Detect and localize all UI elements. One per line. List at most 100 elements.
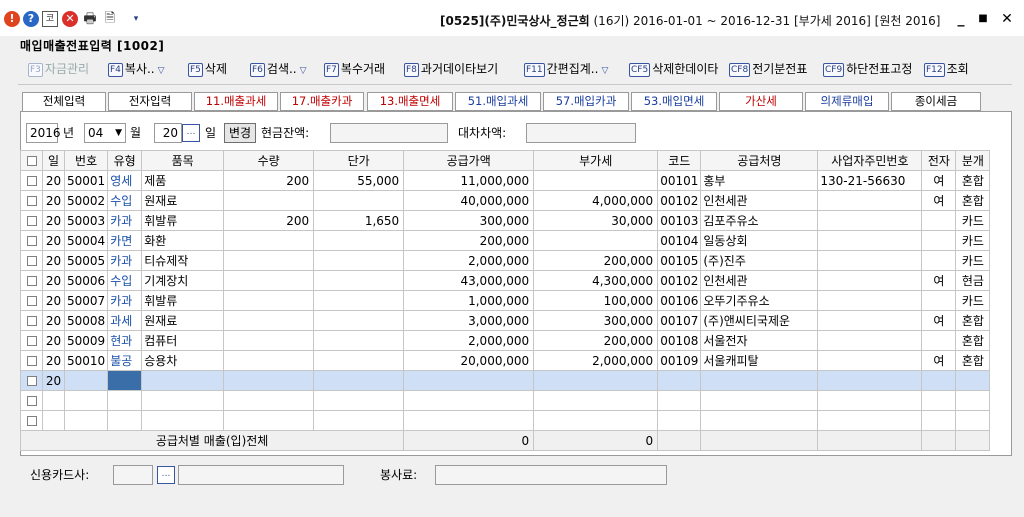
- vat-cell[interactable]: 4,300,000: [533, 270, 659, 291]
- vat-cell[interactable]: 4,000,000: [533, 190, 659, 211]
- row-checkbox-cell[interactable]: [20, 230, 43, 251]
- type-cell[interactable]: 영세: [107, 170, 143, 191]
- vat-cell[interactable]: 200,000: [533, 250, 659, 271]
- new-row-cell[interactable]: [700, 370, 819, 391]
- column-header-electronic[interactable]: 전자: [921, 150, 957, 171]
- new-row-cell[interactable]: [403, 370, 535, 391]
- row-checkbox-cell[interactable]: [20, 370, 43, 391]
- row-checkbox[interactable]: [26, 336, 37, 346]
- empty-cell[interactable]: [700, 410, 819, 431]
- day-picker-icon[interactable]: …: [182, 124, 200, 142]
- column-header-quantity[interactable]: 수량: [223, 150, 315, 171]
- row-checkbox[interactable]: [26, 416, 37, 426]
- empty-cell[interactable]: [533, 390, 659, 411]
- code-cell[interactable]: 00108: [657, 330, 702, 351]
- new-row-cell[interactable]: [657, 370, 702, 391]
- close-button[interactable]: ✕: [998, 10, 1016, 28]
- business-number-cell[interactable]: [817, 310, 923, 331]
- vendor-cell[interactable]: 오뚜기주유소: [700, 290, 819, 311]
- help-icon[interactable]: ?: [23, 11, 39, 27]
- unit-price-cell[interactable]: [313, 250, 405, 271]
- item-cell[interactable]: 티슈제작: [141, 250, 225, 271]
- journal-cell[interactable]: 현금: [955, 270, 991, 291]
- toolbar-menu-chevron-icon[interactable]: ▾: [128, 11, 144, 27]
- tab-6[interactable]: 51.매입과세: [455, 92, 541, 111]
- electronic-cell[interactable]: [921, 250, 957, 271]
- row-checkbox-cell[interactable]: [20, 310, 43, 331]
- supply-amount-cell[interactable]: 40,000,000: [403, 190, 535, 211]
- row-checkbox-cell[interactable]: [20, 330, 43, 351]
- empty-cell[interactable]: [533, 410, 659, 431]
- supply-amount-cell[interactable]: 1,000,000: [403, 290, 535, 311]
- day-cell[interactable]: 20: [42, 250, 65, 271]
- vendor-cell[interactable]: 인천세관: [700, 270, 819, 291]
- day-cell[interactable]: 20: [42, 190, 65, 211]
- row-checkbox-cell[interactable]: [20, 170, 43, 191]
- column-header-vendor-name[interactable]: 공급처명: [700, 150, 819, 171]
- vat-cell[interactable]: 100,000: [533, 290, 659, 311]
- day-cell[interactable]: 20: [42, 350, 65, 371]
- day-cell[interactable]: 20: [42, 170, 65, 191]
- empty-cell[interactable]: [921, 410, 957, 431]
- column-header-day[interactable]: 일: [42, 150, 65, 171]
- new-entry-row[interactable]: 20: [20, 370, 991, 391]
- toolbar-f8-button[interactable]: F8 과거데이타보기: [404, 60, 498, 78]
- service-fee-input[interactable]: [435, 465, 667, 485]
- unit-price-cell[interactable]: 1,650: [313, 210, 405, 231]
- empty-cell[interactable]: [141, 390, 225, 411]
- column-header-unit-price[interactable]: 단가: [313, 150, 405, 171]
- alert-icon[interactable]: !: [4, 11, 20, 27]
- credit-card-code-input[interactable]: [113, 465, 153, 485]
- business-number-cell[interactable]: [817, 270, 923, 291]
- empty-cell[interactable]: [42, 390, 65, 411]
- empty-cell[interactable]: [42, 410, 65, 431]
- toolbar-f4-button[interactable]: F4 복사.. ▽: [108, 60, 165, 78]
- quantity-cell[interactable]: [223, 230, 315, 251]
- item-cell[interactable]: 휘발류: [141, 210, 225, 231]
- row-checkbox[interactable]: [26, 216, 37, 226]
- item-cell[interactable]: 컴퓨터: [141, 330, 225, 351]
- row-checkbox-cell[interactable]: [20, 190, 43, 211]
- row-checkbox[interactable]: [26, 316, 37, 326]
- new-row-cell[interactable]: [533, 370, 659, 391]
- vendor-cell[interactable]: 인천세관: [700, 190, 819, 211]
- unit-price-cell[interactable]: [313, 350, 405, 371]
- close-screen-icon[interactable]: ✕: [62, 11, 78, 27]
- business-number-cell[interactable]: [817, 350, 923, 371]
- journal-cell[interactable]: 혼합: [955, 190, 991, 211]
- unit-price-cell[interactable]: [313, 310, 405, 331]
- row-checkbox-cell[interactable]: [20, 390, 43, 411]
- code-cell[interactable]: 00102: [657, 190, 702, 211]
- number-cell[interactable]: 50002: [63, 190, 109, 211]
- empty-cell[interactable]: [657, 410, 702, 431]
- tab-4[interactable]: 17.매출카과: [280, 92, 364, 111]
- business-number-cell[interactable]: [817, 230, 923, 251]
- type-cell[interactable]: 수입: [107, 190, 143, 211]
- business-number-cell[interactable]: [817, 290, 923, 311]
- toolbar-cf5-button[interactable]: CF5 삭제한데이타: [629, 60, 718, 78]
- column-header-journal[interactable]: 분개: [955, 150, 991, 171]
- supply-amount-cell[interactable]: 3,000,000: [403, 310, 535, 331]
- type-cell[interactable]: 카면: [107, 230, 143, 251]
- supply-amount-cell[interactable]: 200,000: [403, 230, 535, 251]
- table-row[interactable]: 20 50004 카면 화환 200,000 00104 일동상회 카드: [20, 230, 991, 251]
- select-all-checkbox[interactable]: [26, 156, 37, 166]
- day-cell[interactable]: 20: [42, 290, 65, 311]
- unit-price-cell[interactable]: [313, 230, 405, 251]
- year-input[interactable]: 2016: [26, 123, 61, 143]
- new-row-cell[interactable]: [223, 370, 315, 391]
- vendor-cell[interactable]: (주)진주: [700, 250, 819, 271]
- electronic-cell[interactable]: [921, 330, 957, 351]
- vat-cell[interactable]: 2,000,000: [533, 350, 659, 371]
- table-row[interactable]: 20 50010 불공 승용차 20,000,000 2,000,000 00109 서울캐피…: [20, 350, 991, 371]
- electronic-cell[interactable]: [921, 230, 957, 251]
- item-cell[interactable]: 승용차: [141, 350, 225, 371]
- code-cell[interactable]: 00102: [657, 270, 702, 291]
- new-row-cell[interactable]: [955, 370, 991, 391]
- electronic-cell[interactable]: 여: [921, 310, 957, 331]
- vat-cell[interactable]: [533, 230, 659, 251]
- code-cell[interactable]: 00101: [657, 170, 702, 191]
- code-cell[interactable]: 00107: [657, 310, 702, 331]
- vendor-cell[interactable]: (주)앤씨티국제운: [700, 310, 819, 331]
- chevron-down-icon[interactable]: ▽: [158, 66, 165, 76]
